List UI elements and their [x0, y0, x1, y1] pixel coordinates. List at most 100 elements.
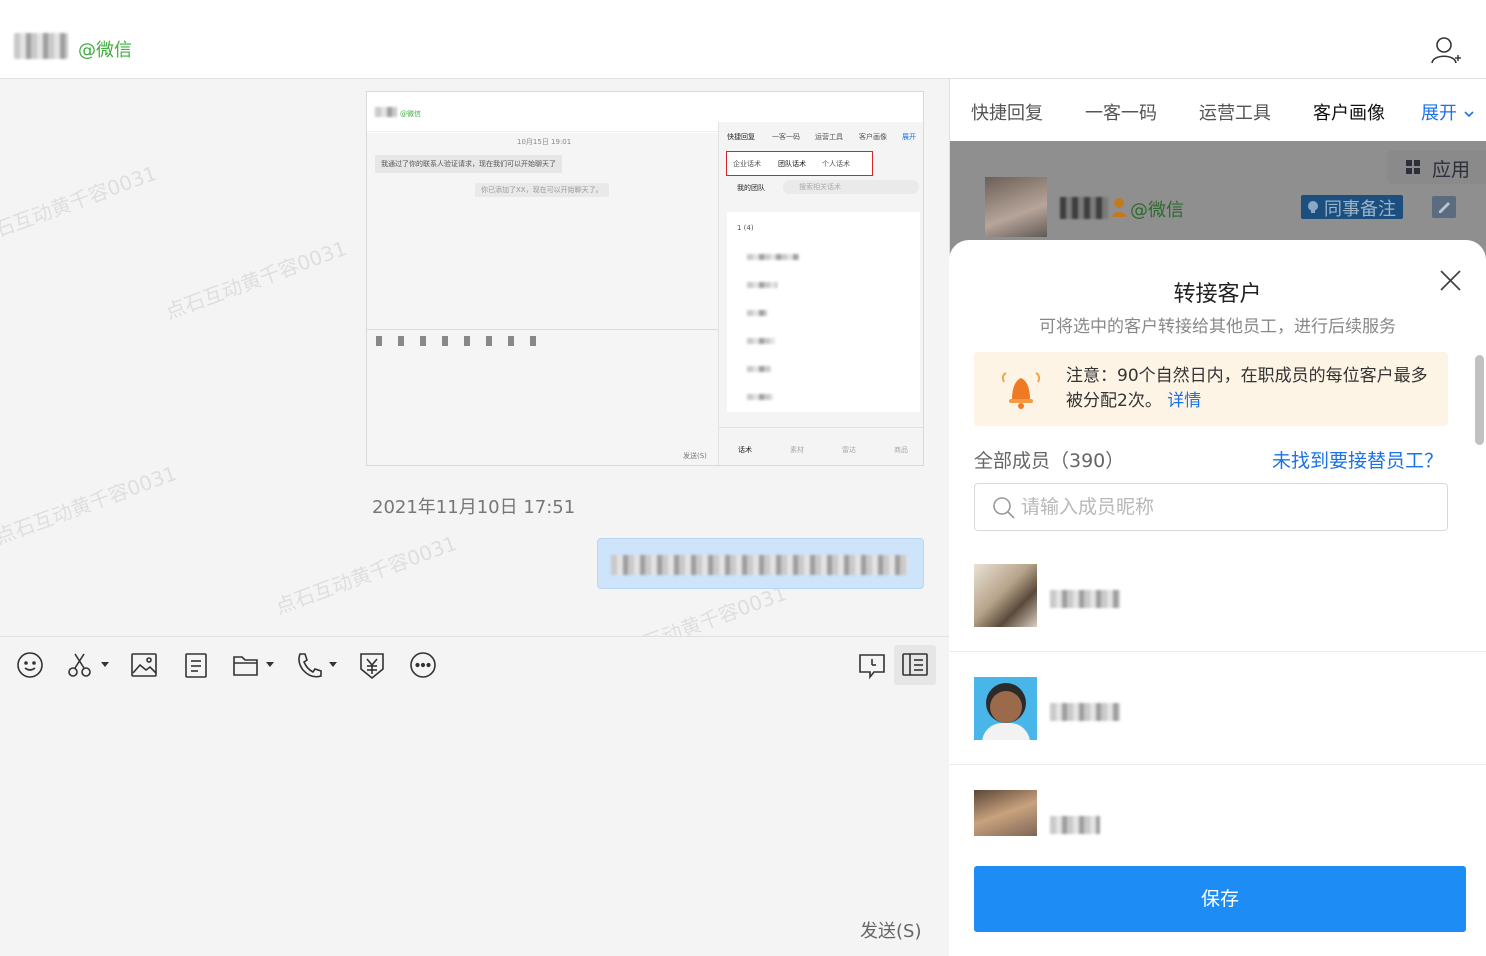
tab-expand[interactable]: 展开 — [1421, 99, 1475, 125]
tab-one-customer-one-code[interactable]: 一客一码 — [1085, 99, 1157, 125]
tab-operation-tools[interactable]: 运营工具 — [1199, 99, 1271, 125]
notice-banner: 注意：90个自然日内，在职成员的每位客户最多被分配2次。 详情 — [974, 352, 1448, 426]
member-list-item[interactable] — [949, 765, 1486, 878]
document-icon[interactable] — [182, 651, 212, 681]
shot-subtab: 企业话术 — [733, 160, 761, 168]
expand-label: 展开 — [1421, 103, 1457, 124]
bulb-icon — [1308, 201, 1318, 213]
member-list-item[interactable] — [949, 539, 1486, 652]
chat-message-area[interactable]: 点石互动黄千容0031 点石互动黄千容0031 点石互动黄千容0031 点石互动… — [0, 79, 949, 636]
shot-tab-expand: 展开 — [902, 133, 916, 141]
emoji-icon[interactable] — [16, 651, 46, 681]
member-name-blurred — [1050, 816, 1100, 834]
chevron-down-icon — [1464, 111, 1474, 118]
phone-icon[interactable] — [295, 651, 341, 681]
member-name-blurred — [1050, 703, 1120, 721]
shot-list-item-blurred — [747, 254, 799, 260]
watermark: 点石互动黄千容0031 — [272, 530, 460, 619]
message-text-blurred — [611, 555, 908, 575]
notice-message: 注意：90个自然日内，在职成员的每位客户最多被分配2次。 — [1066, 366, 1428, 411]
notice-text: 注意：90个自然日内，在职成员的每位客户最多被分配2次。 详情 — [1066, 364, 1442, 414]
apps-label: 应用 — [1432, 159, 1471, 181]
shot-nav-item: 雷达 — [842, 446, 856, 454]
shot-contact-source: @微信 — [400, 110, 421, 118]
tab-quick-reply[interactable]: 快捷回复 — [971, 99, 1043, 125]
shot-sidebar: 快捷回复 一客一码 运营工具 客户画像 展开 企业话术 团队话术 个人话术 我的… — [718, 122, 923, 465]
bell-icon — [1001, 372, 1041, 409]
contact-name-blurred — [14, 33, 68, 59]
add-member-icon[interactable] — [1430, 35, 1462, 65]
avatar-body — [982, 723, 1030, 740]
shot-send-button: 发送(S) — [683, 452, 707, 460]
shot-divider — [367, 329, 718, 330]
outgoing-message-bubble[interactable] — [597, 538, 924, 589]
member-avatar — [974, 790, 1037, 836]
send-button[interactable]: 发送(S) — [860, 917, 921, 943]
sidebar-toggle-button[interactable] — [894, 645, 936, 685]
tab-customer-profile[interactable]: 客户画像 — [1313, 99, 1385, 125]
shot-search-box: 搜索相关话术 — [783, 180, 919, 194]
shot-list-first-item: 1 (4) — [737, 224, 754, 232]
watermark: 点石互动黄千容0031 — [162, 235, 350, 324]
save-button[interactable]: 保存 — [974, 866, 1466, 932]
image-icon[interactable] — [130, 651, 160, 681]
more-icon[interactable] — [409, 651, 439, 681]
avatar-face — [990, 691, 1022, 723]
contact-source-label: @微信 — [78, 40, 132, 61]
colleague-note-badge[interactable]: 同事备注 — [1301, 195, 1403, 220]
shot-subtab: 个人话术 — [822, 160, 850, 168]
shot-nav-item: 话术 — [738, 446, 752, 454]
grid-icon — [1406, 160, 1420, 174]
shot-message: 我通过了你的联系人验证请求，现在我们可以开始聊天了 — [375, 155, 562, 173]
red-packet-icon[interactable] — [358, 651, 388, 681]
chat-history-icon[interactable] — [858, 651, 888, 681]
search-icon — [993, 497, 1015, 519]
person-icon — [1111, 198, 1127, 217]
shot-list-item-blurred — [747, 394, 773, 400]
shot-list-item-blurred — [747, 282, 777, 288]
shot-nav-item: 商品 — [894, 446, 908, 454]
shot-tab: 运营工具 — [815, 133, 843, 141]
folder-icon[interactable] — [232, 651, 278, 681]
shot-toolbar-icons — [376, 336, 546, 346]
shot-tab: 一客一码 — [772, 133, 800, 141]
member-list-item[interactable] — [949, 652, 1486, 765]
member-not-found-link[interactable]: 未找到要接替员工？ — [1272, 446, 1443, 473]
image-message[interactable]: @微信 10月15日 19:01 我通过了你的联系人验证请求，现在我们可以开始聊… — [366, 91, 924, 466]
member-name-blurred — [1050, 590, 1120, 608]
message-toolbar — [0, 636, 949, 694]
modal-scrollbar[interactable] — [1475, 355, 1484, 445]
date-stamp: 2021年11月10日 17:51 — [372, 497, 576, 518]
edit-button[interactable] — [1432, 196, 1456, 218]
sidebar-icon — [902, 653, 928, 676]
edit-icon — [1439, 202, 1450, 213]
shot-tab: 客户画像 — [859, 133, 887, 141]
watermark: 点石互动黄千容0031 — [0, 160, 160, 249]
customer-avatar — [985, 177, 1047, 237]
shot-list-item-blurred — [747, 338, 775, 344]
scissors-icon[interactable] — [66, 651, 112, 681]
member-search-input[interactable] — [1021, 494, 1421, 520]
watermark: 点石互动黄千容0031 — [0, 460, 180, 549]
shot-contact-blurred — [375, 107, 397, 117]
shot-system-note: 你已添加了XX，现在可以开始聊天了。 — [475, 183, 609, 197]
shot-list: 1 (4) — [727, 212, 920, 412]
notice-details-link[interactable]: 详情 — [1167, 391, 1201, 411]
shot-search-placeholder: 搜索相关话术 — [799, 183, 841, 191]
shot-time: 10月15日 19:01 — [517, 138, 572, 146]
message-input-area[interactable] — [0, 694, 949, 956]
member-search-box[interactable] — [974, 483, 1448, 531]
shot-subtab-active: 团队话术 — [778, 160, 806, 168]
close-button[interactable] — [1438, 268, 1464, 294]
modal-title: 转接客户 — [1173, 282, 1262, 307]
shot-divider — [719, 427, 923, 428]
shot-list-item-blurred — [747, 310, 767, 316]
shot-chat-pane: 10月15日 19:01 我通过了你的联系人验证请求，现在我们可以开始聊天了 你… — [367, 133, 718, 465]
shot-list-item-blurred — [747, 366, 771, 372]
member-avatar — [974, 677, 1037, 740]
members-count-label: 全部成员（390） — [974, 450, 1125, 472]
sidebar-tabs: 快捷回复 一客一码 运营工具 客户画像 展开 — [950, 79, 1486, 141]
colleague-note-label: 同事备注 — [1324, 199, 1396, 220]
shot-team-filter: 我的团队 — [737, 184, 765, 192]
transfer-customer-modal: 转接客户 可将选中的客户转接给其他员工，进行后续服务 注意：90个自然日内，在职… — [949, 240, 1486, 956]
